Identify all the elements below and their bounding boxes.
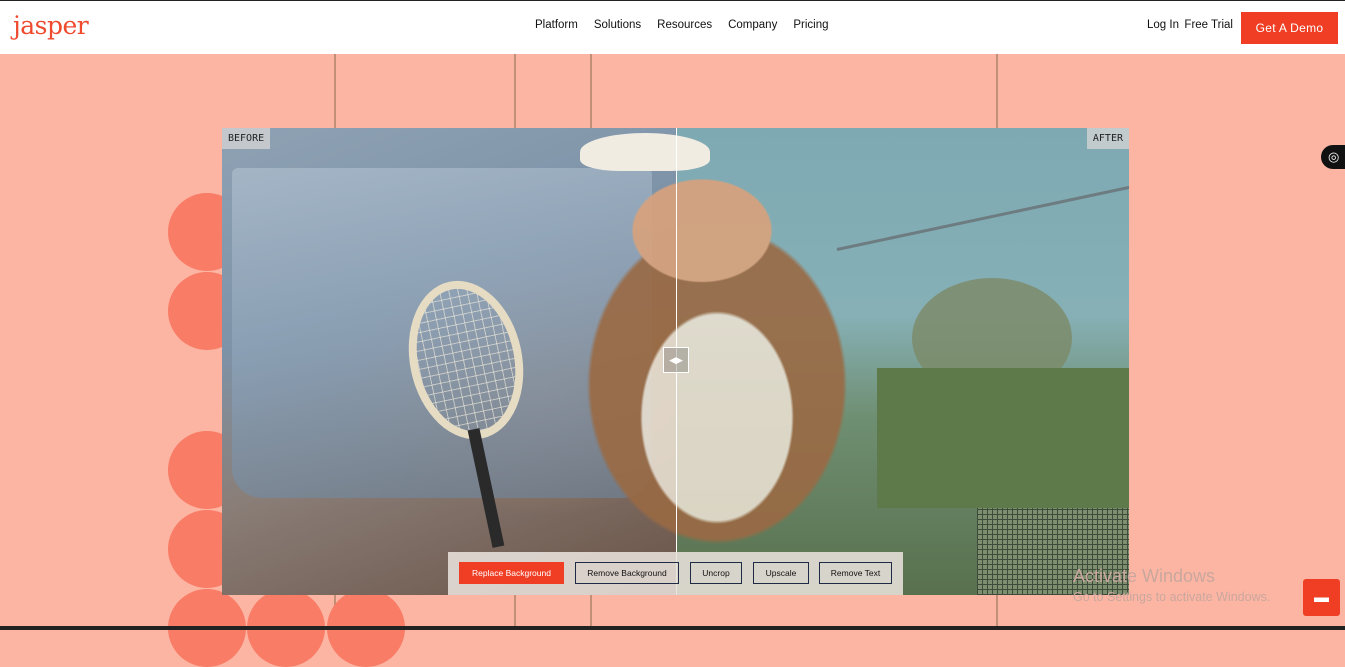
nav-platform[interactable]: Platform <box>535 19 578 31</box>
court-wall <box>877 368 1129 508</box>
get-demo-button[interactable]: Get A Demo <box>1241 12 1338 44</box>
visor <box>580 133 710 171</box>
remove-text-button[interactable]: Remove Text <box>819 562 892 584</box>
slider-handle-icon[interactable]: ◀▶ <box>663 347 689 373</box>
windows-activation-watermark: Activate Windows Go to Settings to activ… <box>1073 566 1270 604</box>
watermark-subtitle: Go to Settings to activate Windows. <box>1073 590 1271 604</box>
top-nav: jasper Platform Solutions Resources Comp… <box>0 1 1345 54</box>
nav-solutions[interactable]: Solutions <box>594 19 641 31</box>
remove-background-button[interactable]: Remove Background <box>575 562 679 584</box>
before-label: BEFORE <box>222 128 271 149</box>
free-trial-link[interactable]: Free Trial <box>1184 19 1233 31</box>
uncrop-button[interactable]: Uncrop <box>690 562 742 584</box>
after-label: AFTER <box>1086 128 1129 149</box>
bottom-border <box>0 626 1345 630</box>
accessibility-icon[interactable]: ◎ <box>1321 145 1345 169</box>
nav-pricing[interactable]: Pricing <box>793 19 828 31</box>
chat-icon[interactable]: ▬ <box>1303 579 1340 616</box>
login-link[interactable]: Log In <box>1147 19 1179 31</box>
nav-resources[interactable]: Resources <box>657 19 712 31</box>
main-menu: Platform Solutions Resources Company Pri… <box>535 19 828 31</box>
nav-company[interactable]: Company <box>728 19 777 31</box>
edit-toolbar: Replace Background Remove Background Unc… <box>448 552 903 595</box>
replace-background-button[interactable]: Replace Background <box>459 562 564 584</box>
upscale-button[interactable]: Upscale <box>753 562 809 584</box>
jasper-logo[interactable]: jasper <box>13 11 89 40</box>
tennis-player <box>582 128 882 595</box>
before-after-comparison[interactable]: ◀▶ BEFORE AFTER <box>222 128 1129 595</box>
watermark-title: Activate Windows <box>1073 566 1216 586</box>
